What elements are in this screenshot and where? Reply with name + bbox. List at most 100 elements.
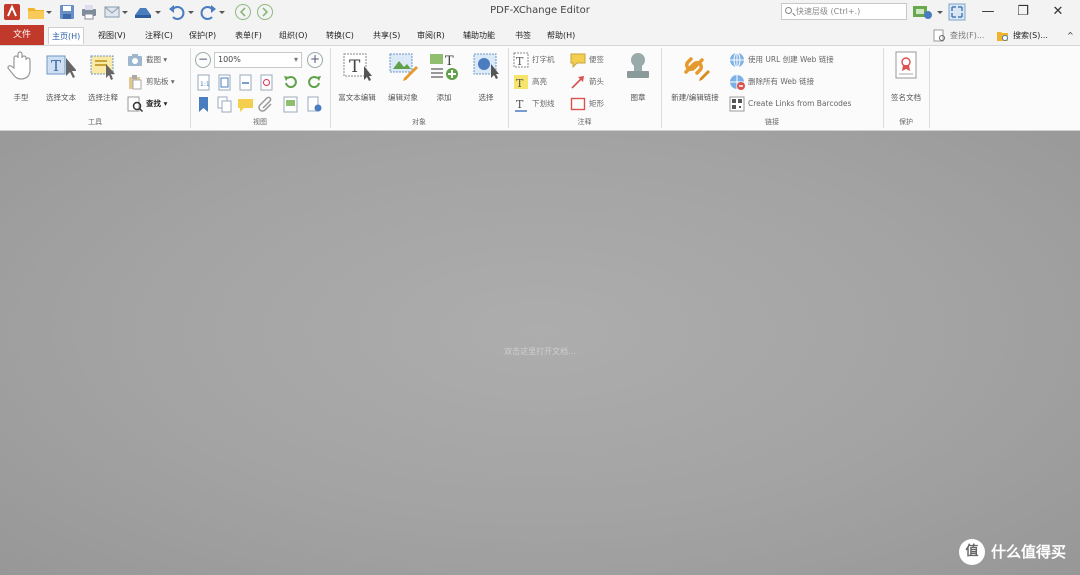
edit-text-button[interactable]: T 富文本编辑 bbox=[333, 46, 381, 112]
select-text-icon: T bbox=[46, 55, 76, 78]
rectangle-label: 矩形 bbox=[589, 99, 604, 108]
highlight-button[interactable]: T 高亮 bbox=[513, 73, 547, 91]
tab-help[interactable]: 帮助(H) bbox=[544, 27, 578, 44]
hand-tool-button[interactable]: 手型 bbox=[2, 46, 40, 112]
print-icon[interactable] bbox=[80, 3, 98, 21]
select-objects-button[interactable]: 选择 bbox=[466, 46, 506, 112]
tab-accessibility[interactable]: 辅助功能 bbox=[460, 27, 498, 44]
sticky-note-button[interactable]: 便签 bbox=[570, 51, 604, 69]
remove-web-links-label: 删除所有 Web 链接 bbox=[748, 77, 815, 86]
tab-bookmarks[interactable]: 书签 bbox=[512, 27, 534, 44]
restore-button[interactable]: ❐ bbox=[1011, 2, 1035, 22]
zoom-value: 100% bbox=[218, 55, 241, 64]
rotate-left-icon[interactable] bbox=[282, 74, 299, 91]
actual-size-icon[interactable]: 1:1 bbox=[195, 74, 212, 91]
scan-icon[interactable] bbox=[134, 3, 152, 21]
zoom-level-select[interactable]: 100% ▾ bbox=[214, 52, 302, 68]
email-icon[interactable] bbox=[103, 3, 121, 21]
group-label-links: 链接 bbox=[765, 118, 779, 126]
chevron-down-icon[interactable] bbox=[186, 3, 196, 21]
snapshot-button[interactable]: 截图 ▾ bbox=[127, 51, 167, 69]
group-separator bbox=[330, 48, 331, 128]
tab-protect[interactable]: 保护(P) bbox=[186, 27, 219, 44]
chevron-down-icon[interactable] bbox=[153, 3, 163, 21]
select-comments-button[interactable]: 选择注释 bbox=[83, 46, 123, 112]
underline-button[interactable]: T 下划线 bbox=[513, 95, 555, 113]
attachment-icon[interactable] bbox=[258, 96, 275, 113]
group-label-tools: 工具 bbox=[88, 118, 102, 126]
underline-icon: T bbox=[515, 98, 527, 112]
chevron-down-icon[interactable] bbox=[120, 3, 130, 21]
tab-review[interactable]: 审阅(R) bbox=[414, 27, 448, 44]
quick-search-input[interactable]: 快速层级 (Ctrl+.) bbox=[781, 3, 907, 20]
bookmark-icon[interactable] bbox=[195, 96, 212, 113]
thumbnail-icon[interactable] bbox=[282, 96, 299, 113]
save-icon[interactable] bbox=[58, 3, 76, 21]
snapshot-label: 截图 bbox=[146, 55, 161, 64]
fit-visible-icon[interactable] bbox=[258, 74, 275, 91]
extensions-icon[interactable] bbox=[912, 3, 934, 21]
create-web-links-button[interactable]: 使用 URL 创建 Web 链接 bbox=[729, 51, 834, 69]
back-arrow-icon[interactable] bbox=[234, 3, 252, 21]
zoom-in-button[interactable]: + bbox=[307, 52, 323, 68]
svg-text:T: T bbox=[445, 54, 454, 69]
typewriter-button[interactable]: T 打字机 bbox=[513, 51, 555, 69]
stamp-button[interactable]: 图章 bbox=[619, 46, 657, 112]
edit-objects-button[interactable]: 编辑对象 bbox=[382, 46, 424, 112]
file-menu-button[interactable]: 文件 bbox=[0, 25, 44, 45]
tab-organize[interactable]: 组织(O) bbox=[276, 27, 311, 44]
undo-icon[interactable] bbox=[168, 3, 186, 21]
page-settings-icon[interactable] bbox=[306, 96, 323, 113]
sticky-note-icon bbox=[570, 53, 586, 68]
open-folder-icon[interactable] bbox=[27, 3, 45, 21]
fit-width-icon[interactable] bbox=[237, 74, 254, 91]
tab-comment[interactable]: 注释(C) bbox=[142, 27, 176, 44]
clipboard-icon bbox=[129, 75, 142, 90]
close-button[interactable]: ✕ bbox=[1046, 2, 1070, 22]
typewriter-icon: T bbox=[513, 52, 529, 68]
tab-form[interactable]: 表单(F) bbox=[232, 27, 265, 44]
document-workspace[interactable]: 双击这里打开文档... 什么值得买 bbox=[0, 131, 1080, 575]
find-tool-button[interactable]: 查找 ▾ bbox=[127, 95, 167, 113]
rectangle-button[interactable]: 矩形 bbox=[570, 95, 604, 113]
tab-convert[interactable]: 转换(C) bbox=[323, 27, 357, 44]
collapse-ribbon-button[interactable]: ^ bbox=[1064, 27, 1077, 44]
chevron-down-icon[interactable] bbox=[217, 3, 227, 21]
find-tool-label: 查找 bbox=[146, 99, 161, 108]
edit-objects-icon bbox=[389, 53, 418, 81]
minimize-button[interactable]: — bbox=[976, 2, 1000, 22]
tab-home[interactable]: 主页(H) bbox=[48, 27, 85, 44]
new-link-button[interactable]: 新建/编辑链接 bbox=[664, 46, 726, 112]
pages-icon[interactable] bbox=[216, 96, 233, 113]
find-button[interactable]: 查找(F)... bbox=[932, 27, 984, 44]
select-text-button[interactable]: T 选择文本 bbox=[41, 46, 81, 112]
arrow-button[interactable]: 箭头 bbox=[570, 73, 604, 91]
forward-arrow-icon[interactable] bbox=[256, 3, 274, 21]
chevron-down-icon[interactable] bbox=[935, 3, 945, 21]
remove-web-links-button[interactable]: 删除所有 Web 链接 bbox=[729, 73, 814, 91]
svg-text:T: T bbox=[516, 55, 524, 68]
chevron-down-icon[interactable] bbox=[44, 3, 54, 21]
comments-pane-icon[interactable] bbox=[237, 96, 254, 113]
fit-page-icon[interactable] bbox=[216, 74, 233, 91]
tab-view[interactable]: 视图(V) bbox=[95, 27, 129, 44]
select-text-label: 选择文本 bbox=[46, 93, 76, 102]
typewriter-label: 打字机 bbox=[532, 55, 555, 64]
search-button[interactable]: 搜索(S)... bbox=[995, 27, 1048, 44]
rectangle-icon bbox=[570, 97, 586, 111]
redo-icon[interactable] bbox=[199, 3, 217, 21]
add-objects-button[interactable]: T 添加 bbox=[424, 46, 464, 112]
arrow-icon bbox=[571, 76, 584, 89]
highlight-label: 高亮 bbox=[532, 77, 547, 86]
create-web-links-label: 使用 URL 创建 Web 链接 bbox=[748, 55, 834, 64]
app-logo-icon[interactable] bbox=[3, 3, 21, 21]
tab-share[interactable]: 共享(S) bbox=[370, 27, 403, 44]
zoom-out-button[interactable]: − bbox=[195, 52, 211, 68]
find-icon bbox=[127, 96, 143, 112]
add-objects-label: 添加 bbox=[436, 93, 452, 102]
fullscreen-icon[interactable] bbox=[948, 3, 966, 21]
sign-document-button[interactable]: 签名文档 bbox=[885, 46, 927, 112]
links-from-barcodes-button[interactable]: Create Links from Barcodes bbox=[729, 95, 851, 113]
rotate-right-icon[interactable] bbox=[306, 74, 323, 91]
clipboard-button[interactable]: 剪贴板 ▾ bbox=[127, 73, 175, 91]
